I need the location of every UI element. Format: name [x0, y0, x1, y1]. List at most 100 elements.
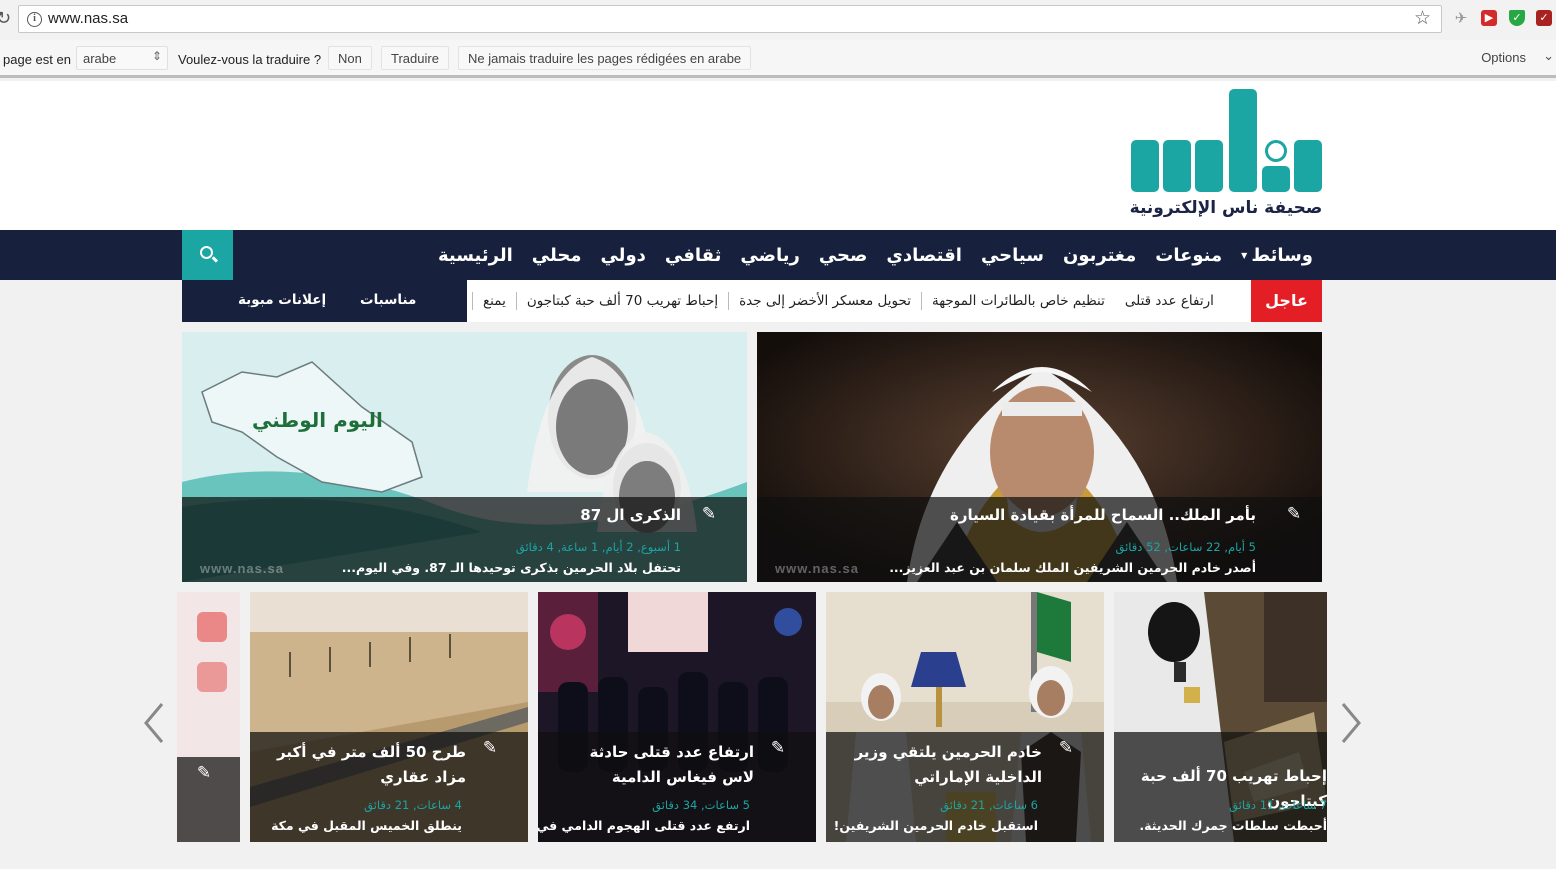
search-button[interactable]	[182, 230, 233, 280]
translate-button[interactable]: Traduire	[381, 46, 449, 70]
nav-item-misc[interactable]: منوعات	[1155, 245, 1222, 266]
link-occasions[interactable]: مناسبات	[360, 292, 416, 308]
carousel-prev-button[interactable]	[142, 700, 168, 746]
link-classifieds[interactable]: إعلانات مبوبة	[238, 292, 326, 308]
nav-item-health[interactable]: صحي	[819, 245, 868, 266]
hero-card-national-day[interactable]: اليوم الوطني ✎ الذكرى ال 87 1 أسبوع, 2 أ…	[182, 332, 747, 582]
hero-card-king[interactable]: ✎ بأمر الملك.. السماح للمرأة بقيادة السي…	[757, 332, 1322, 582]
card-time: 7 ساعات, 11 دقائق	[1229, 798, 1327, 812]
nav-item-tourism[interactable]: سياحي	[981, 245, 1044, 266]
extension-plane-icon[interactable]: ✈	[1453, 10, 1469, 26]
browser-toolbar: ↻ i www.nas.sa ☆ ✈ ▶ ✓ ✓	[0, 0, 1556, 40]
card-time: 5 ساعات, 34 دقائق	[652, 798, 750, 812]
hero-title[interactable]: الذكرى ال 87	[580, 506, 681, 524]
options-chevron-icon[interactable]: ⌄	[1543, 48, 1554, 64]
hero-excerpt: تحتفل بلاد الحرمين بذكرى توحيدها الـ 87.…	[341, 560, 681, 575]
nav-item-sports[interactable]: رياضي	[740, 245, 799, 266]
nav-item-media-label: وسائط	[1251, 244, 1313, 266]
carousel-card[interactable]: ✎ خادم الحرمين يلتقي وزير الداخلية الإما…	[826, 592, 1104, 842]
hero-overlay: ✎ بأمر الملك.. السماح للمرأة بقيادة السي…	[757, 497, 1322, 582]
language-select-value: arabe	[83, 51, 117, 66]
card-excerpt: ينطلق الخميس المقبل في مكة	[271, 818, 462, 833]
pencil-icon: ✎	[482, 738, 498, 758]
nav-item-international[interactable]: دولي	[600, 245, 645, 266]
hero-time: 1 أسبوع, 2 أيام, 1 ساعة, 4 دقائق	[515, 540, 681, 554]
extension-badge-icon[interactable]: ✓	[1536, 10, 1552, 26]
logo-ring	[1265, 140, 1287, 162]
pencil-icon: ✎	[196, 763, 212, 783]
carousel-next-button[interactable]	[1337, 700, 1363, 746]
nav-item-home[interactable]: الرئيسية	[438, 245, 513, 266]
card-excerpt: استقبل خادم الحرمين الشريفين!	[833, 818, 1038, 833]
pencil-icon: ✎	[701, 504, 717, 524]
watermark: www.nas.sa	[200, 561, 284, 576]
main-nav: الرئيسية محلي دولي ثقافي رياضي صحي اقتصا…	[0, 230, 1556, 280]
breaking-ticker: يمنع إحباط تهريب 70 ألف حبة كبتاجون تحوي…	[472, 280, 1242, 322]
svg-text:اليوم الوطني: اليوم الوطني	[252, 408, 383, 433]
card-overlay: ✎ طرح 50 ألف متر في أكبر مزاد عقاري 4 سا…	[250, 732, 528, 842]
translate-question: Voulez-vous la traduire ?	[178, 52, 322, 67]
card-title[interactable]: طرح 50 ألف متر في أكبر مزاد عقاري	[276, 740, 466, 790]
card-overlay: ✎ ارتفاع عدد قتلى حادثة لاس فيغاس الدامي…	[538, 732, 816, 842]
extension-shield-icon[interactable]: ✓	[1509, 10, 1525, 26]
ticker-item[interactable]: ارتفاع عدد قتلى	[1115, 292, 1224, 310]
ticker-item[interactable]: تنظيم خاص بالطائرات الموجهة	[920, 292, 1115, 310]
logo-bar	[1163, 140, 1191, 192]
nav-item-local[interactable]: محلي	[532, 245, 582, 266]
search-icon	[200, 246, 213, 259]
carousel-card[interactable]: ✎ ارتفاع عدد قتلى حادثة لاس فيغاس الدامي…	[538, 592, 816, 842]
hero-excerpt: أصدر خادم الحرمين الشريفين الملك سلمان ب…	[889, 560, 1256, 575]
logo-bar	[1294, 140, 1322, 192]
logo-bar	[1229, 89, 1257, 192]
ticker-item[interactable]: يمنع	[472, 292, 516, 310]
site-header: صحيفة ناس الإلكترونية	[0, 81, 1556, 230]
nav-item-expats[interactable]: مغتربون	[1063, 245, 1136, 266]
language-select[interactable]: arabe ⇕	[76, 46, 168, 70]
carousel-card[interactable]: ✎ طرح 50 ألف متر في أكبر مزاد عقاري 4 سا…	[250, 592, 528, 842]
pencil-icon: ✎	[1058, 738, 1074, 758]
options-button[interactable]: Options	[1481, 50, 1526, 65]
chevron-left-icon	[144, 703, 164, 743]
card-overlay: ✎ خادم الحرمين يلتقي وزير الداخلية الإما…	[826, 732, 1104, 842]
card-title[interactable]: خادم الحرمين يلتقي وزير الداخلية الإمارا…	[852, 740, 1042, 790]
url-text[interactable]: www.nas.sa	[48, 10, 128, 27]
nav-item-media[interactable]: وسائط▼	[1241, 245, 1313, 266]
ticker-item[interactable]: إحباط تهريب 70 ألف حبة كبتاجون	[515, 292, 728, 310]
card-excerpt: أحبطت سلطات جمرك الحديثة.	[1139, 818, 1327, 833]
logo-bar	[1195, 140, 1223, 192]
watermark: www.nas.sa	[775, 561, 859, 576]
ticker-item[interactable]: تحويل معسكر الأخضر إلى جدة	[728, 292, 921, 310]
hero-time: 5 أيام, 22 ساعات, 52 دقائق	[1115, 540, 1257, 554]
address-bar[interactable]: i www.nas.sa ☆	[18, 5, 1442, 33]
logo-bar	[1131, 140, 1159, 192]
logo-bar	[1262, 166, 1290, 192]
screen: ↻ i www.nas.sa ☆ ✈ ▶ ✓ ✓ page est en ara…	[0, 0, 1556, 869]
card-overlay: ✎	[177, 757, 240, 842]
pencil-icon: ✎	[770, 738, 786, 758]
card-time: 4 ساعات, 21 دقائق	[364, 798, 462, 812]
hero-title[interactable]: بأمر الملك.. السماح للمرأة بقيادة السيار…	[950, 506, 1256, 524]
translate-prefix: page est en	[3, 52, 71, 67]
nav-item-culture[interactable]: ثقافي	[665, 245, 721, 266]
carousel-card[interactable]: إحباط تهريب 70 ألف حبة كبتاجون 7 ساعات, …	[1114, 592, 1327, 842]
hero-overlay: ✎ الذكرى ال 87 1 أسبوع, 2 أيام, 1 ساعة, …	[182, 497, 747, 582]
card-time: 6 ساعات, 21 دقائق	[940, 798, 1038, 812]
info-icon[interactable]: i	[27, 12, 42, 27]
nav-list: الرئيسية محلي دولي ثقافي رياضي صحي اقتصا…	[438, 230, 1313, 280]
site-logo[interactable]: صحيفة ناس الإلكترونية	[1128, 88, 1324, 226]
nav-item-economy[interactable]: اقتصادي	[886, 245, 962, 266]
card-title[interactable]: ارتفاع عدد قتلى حادثة لاس فيغاس الدامية	[564, 740, 754, 790]
breaking-label: عاجل	[1251, 280, 1322, 322]
translate-bar: page est en arabe ⇕ Voulez-vous la tradu…	[0, 40, 1556, 78]
no-button[interactable]: Non	[328, 46, 372, 70]
secondary-links: مناسبات إعلانات مبوبة	[182, 280, 467, 322]
logo-text: صحيفة ناس الإلكترونية	[1129, 198, 1323, 218]
carousel-card-partial[interactable]: ✎	[177, 592, 240, 842]
updown-chevron-icon: ⇕	[151, 49, 162, 63]
extension-play-icon[interactable]: ▶	[1481, 10, 1497, 26]
star-icon[interactable]: ☆	[1414, 7, 1431, 29]
never-translate-button[interactable]: Ne jamais traduire les pages rédigées en…	[458, 46, 752, 70]
card-overlay: إحباط تهريب 70 ألف حبة كبتاجون 7 ساعات, …	[1114, 732, 1327, 842]
reload-icon[interactable]: ↻	[0, 8, 11, 29]
breaking-news-bar: عاجل يمنع إحباط تهريب 70 ألف حبة كبتاجون…	[467, 280, 1322, 322]
